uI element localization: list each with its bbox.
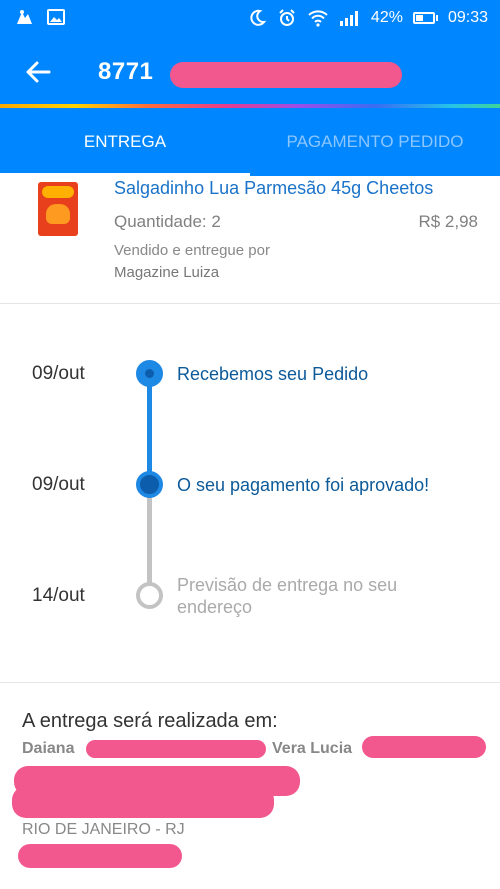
timeline-date: 14/out [32, 585, 85, 606]
app-bar: 8771 [0, 36, 500, 108]
timeline-dot-current [136, 471, 163, 498]
battery-icon [412, 12, 438, 24]
alarm-icon [279, 9, 295, 26]
seller-name: Magazine Luiza [114, 264, 220, 281]
redaction-mark [12, 786, 274, 818]
timeline-dot-pending [136, 582, 163, 609]
signal-icon [339, 11, 358, 26]
product-name[interactable]: Salgadinho Lua Parmesão 45g Cheetos [114, 178, 433, 199]
redaction-mark [18, 844, 182, 868]
delivery-timeline: 09/out Recebemos seu Pedido 09/out O seu… [0, 305, 500, 683]
timeline-progress-line [147, 373, 152, 485]
wifi-icon [308, 10, 328, 27]
timeline-pending-line [147, 485, 152, 595]
tab-pagamento-pedido-label: PAGAMENTO PEDIDO [286, 132, 464, 151]
redaction-mark [86, 740, 266, 758]
timeline-date: 09/out [32, 363, 85, 384]
sold-by-label: Vendido e entregue por [114, 242, 270, 259]
recipient-name: Daiana [22, 740, 75, 757]
address-city: RIO DE JANEIRO - RJ [22, 821, 185, 838]
product-price: R$ 2,98 [418, 212, 478, 231]
order-number-title: 8771 [98, 58, 154, 85]
battery-level-fill [415, 15, 423, 21]
product-quantity: Quantidade: 2 [114, 212, 221, 231]
tab-entrega[interactable]: ENTREGA [0, 108, 250, 176]
status-bar: 42% 09:33 [0, 0, 500, 36]
timeline-step-text: Recebemos seu Pedido [177, 364, 369, 384]
timeline-date: 09/out [32, 474, 85, 495]
arrow-left-icon[interactable] [24, 58, 52, 86]
moon-icon [250, 9, 267, 26]
recipient-name: Vera Lucia [272, 740, 353, 757]
timeline-step-text: O seu pagamento foi aprovado! [177, 475, 430, 495]
timeline-step-text: Previsão de entrega no seu endereço [177, 575, 398, 617]
app-notification-icon [17, 10, 32, 24]
tab-entrega-label: ENTREGA [83, 132, 167, 151]
delivery-address: A entrega será realizada em: Daiana Vera… [0, 684, 500, 889]
image-notification-icon [47, 9, 65, 25]
tab-bar: ENTREGA PAGAMENTO PEDIDO [0, 108, 500, 176]
tab-pagamento-pedido[interactable]: PAGAMENTO PEDIDO [250, 108, 500, 176]
redaction-mark [362, 736, 486, 758]
timeline-dot-done [136, 360, 163, 387]
clock: 09:33 [447, 9, 488, 26]
battery-percent: 42% [370, 9, 403, 26]
redaction-mark [170, 62, 402, 88]
address-title: A entrega será realizada em: [22, 710, 278, 732]
product-item[interactable]: Salgadinho Lua Parmesão 45g Cheetos Quan… [0, 176, 500, 304]
product-image [38, 182, 78, 236]
